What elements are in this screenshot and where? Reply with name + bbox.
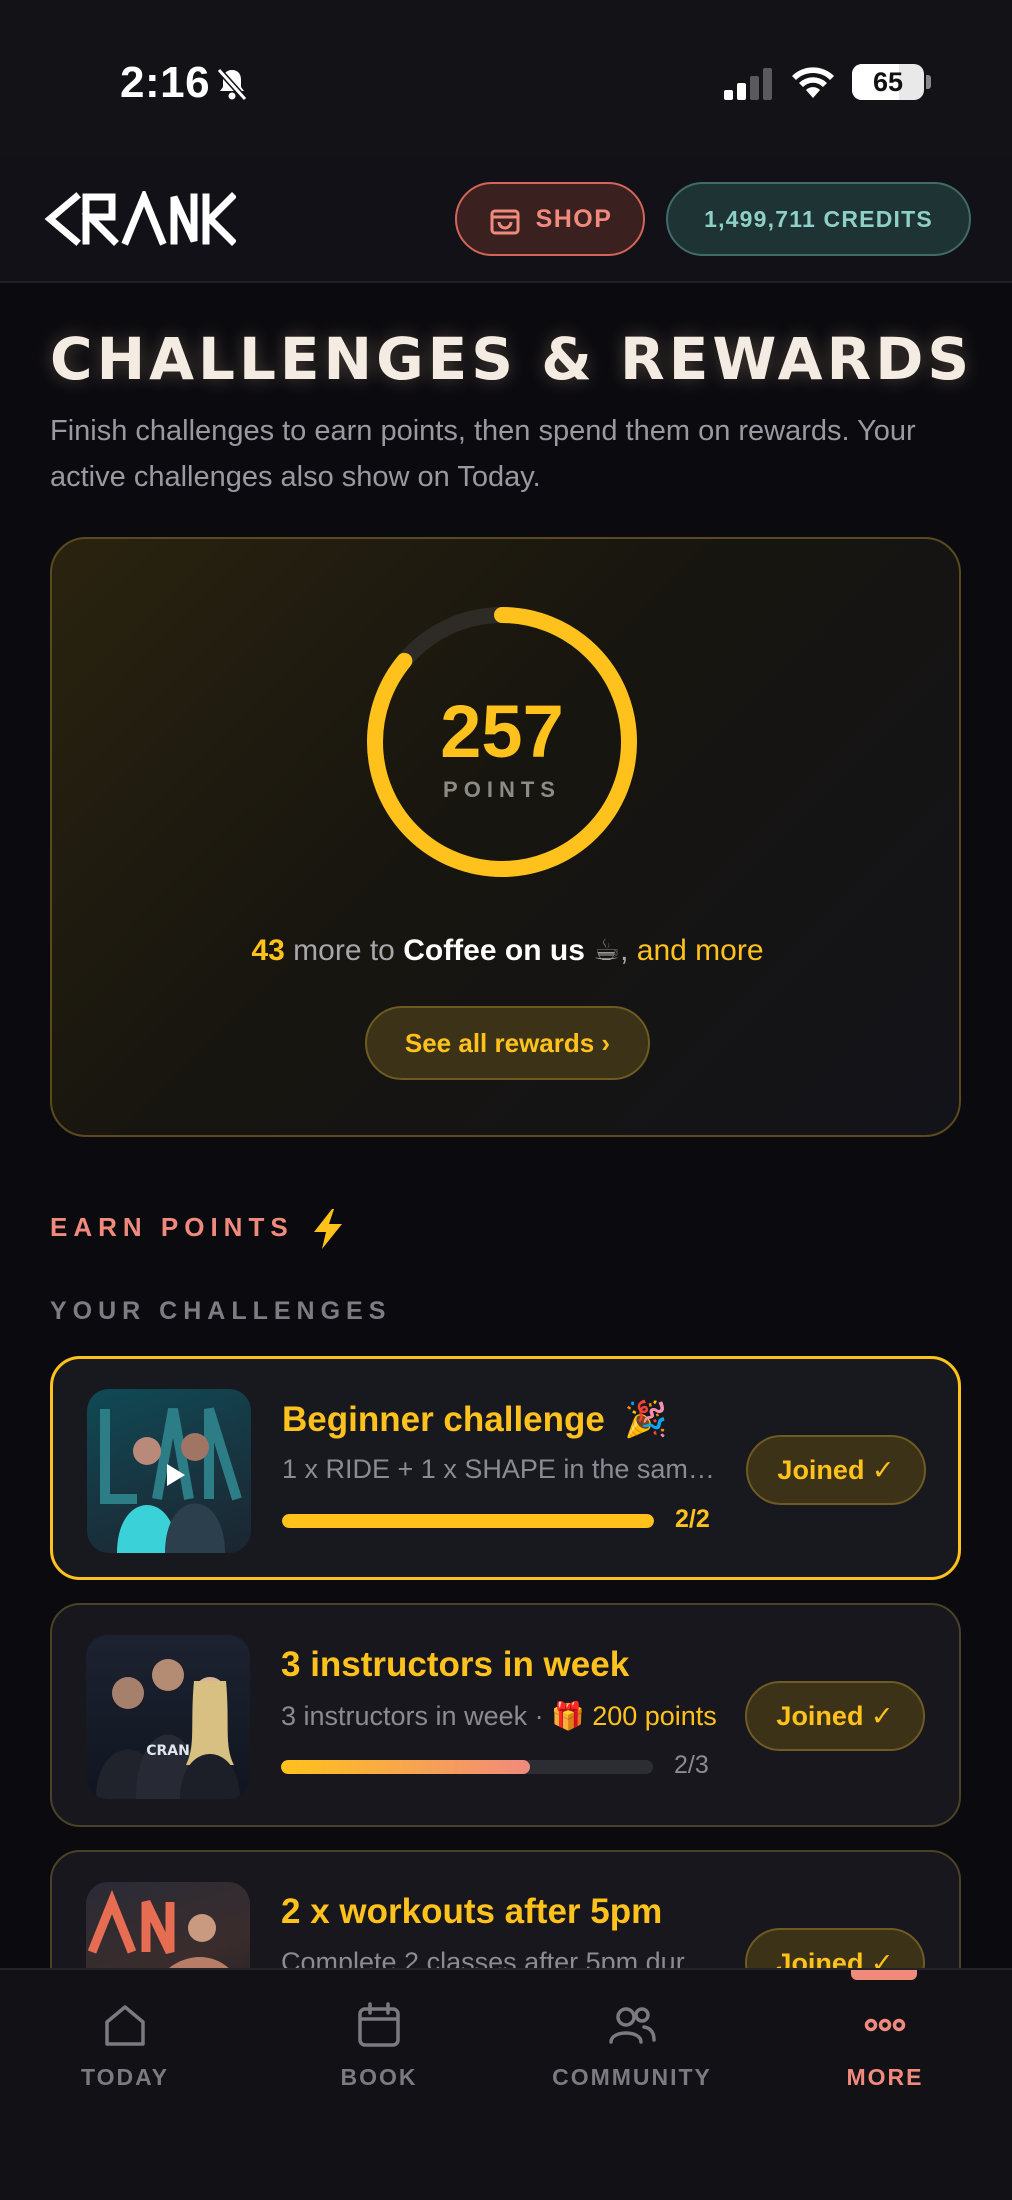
battery-tip — [926, 75, 931, 89]
points-remaining: 43 — [251, 934, 285, 967]
crank-logo[interactable] — [40, 191, 236, 247]
challenge-title: Beginner challenge 🎉 — [282, 1399, 668, 1440]
challenge-progress-text: 2/3 — [674, 1751, 709, 1779]
home-icon — [105, 2005, 145, 2046]
points-label: POINTS — [443, 777, 561, 802]
points-value: 257 — [440, 690, 564, 773]
people-icon — [609, 2007, 656, 2044]
challenge-title: 2 x workouts after 5pm — [281, 1892, 663, 1931]
challenge-progress-bar — [281, 1760, 653, 1774]
coffee-icon: ☕ — [593, 934, 621, 967]
earn-points-header: EARN POINTS — [50, 1212, 294, 1242]
challenge-description: 3 instructors in week · 🎁 200 points — [281, 1700, 717, 1732]
more-icon — [864, 2018, 906, 2032]
challenge-progress-bar — [282, 1514, 654, 1528]
party-popper-icon: 🎉 — [624, 1400, 668, 1439]
challenge-title: 3 instructors in week — [281, 1645, 630, 1684]
nav-item-community[interactable]: COMMUNITY — [532, 2000, 732, 2100]
shop-label: SHOP — [535, 204, 613, 233]
and-more-link[interactable]: and more — [637, 934, 764, 967]
next-reward-text: 43 more to Coffee on us ☕, and more — [52, 933, 963, 968]
nav-item-more[interactable]: MORE — [785, 2000, 985, 2100]
nav-item-book[interactable]: BOOK — [279, 2000, 479, 2100]
nav-label: COMMUNITY — [552, 2064, 712, 2090]
lightning-bolt-icon — [314, 1209, 342, 1249]
challenge-card-instructors[interactable]: CRAN 3 instructors in week 3 instructors… — [50, 1603, 961, 1827]
status-time: 2:16 — [120, 58, 211, 107]
challenge-progress-fill — [282, 1514, 654, 1528]
remaining-text: more to — [284, 934, 404, 967]
video-thumbnail-art — [100, 1407, 242, 1553]
signal-icon — [724, 68, 772, 100]
shop-button[interactable]: SHOP — [455, 182, 645, 256]
challenge-card-beginner[interactable]: Beginner challenge 🎉 1 x RIDE + 1 x SHAP… — [50, 1356, 961, 1580]
joined-button[interactable]: Joined ✓ — [746, 1435, 926, 1505]
challenge-reward-points: 🎁 200 points — [551, 1701, 717, 1731]
challenge-thumbnail: CRAN — [86, 1635, 250, 1799]
nav-label: TODAY — [81, 2064, 169, 2090]
page-subtitle: Finish challenges to earn points, then s… — [50, 415, 916, 493]
page-title: CHALLENGES & REWARDS — [50, 325, 974, 393]
challenge-progress-text: 2/2 — [675, 1505, 710, 1533]
bell-muted-icon — [216, 67, 248, 102]
nav-label: MORE — [846, 2064, 924, 2090]
credits-label: 1,499,711 CREDITS — [704, 205, 933, 232]
challenge-progress-fill — [281, 1760, 531, 1774]
instructors-photo: CRAN — [96, 1659, 240, 1799]
active-tab-indicator — [851, 1970, 917, 1980]
challenge-description-text: 3 instructors in week · — [281, 1701, 552, 1731]
reward-separator: , — [620, 934, 637, 967]
nav-label: BOOK — [340, 2064, 418, 2090]
your-challenges-header: YOUR CHALLENGES — [50, 1297, 392, 1325]
shopping-bag-icon — [490, 209, 520, 235]
joined-button[interactable]: Joined ✓ — [745, 1681, 925, 1751]
wifi-icon — [792, 67, 834, 98]
points-card: 257 POINTS 43 more to Coffee on us ☕, an… — [50, 537, 961, 1137]
nav-item-today[interactable]: TODAY — [25, 2000, 225, 2100]
challenge-title-text: Beginner challenge — [282, 1400, 605, 1439]
battery-indicator: 65 — [852, 64, 924, 100]
battery-percentage: 65 — [872, 67, 904, 97]
bottom-navigation: TODAY BOOK COMMUNITY MORE — [0, 1968, 1012, 2200]
challenge-description: 1 x RIDE + 1 x SHAPE in the same week — [282, 1454, 718, 1484]
status-bar: 2:16 65 — [0, 0, 1012, 155]
reward-name: Coffee on us — [403, 934, 585, 967]
see-all-rewards-button[interactable]: See all rewards › — [365, 1006, 650, 1080]
svg-text:CRAN: CRAN — [146, 1743, 190, 1759]
calendar-icon — [358, 2002, 400, 2047]
credits-button[interactable]: 1,499,711 CREDITS — [666, 182, 971, 256]
app-header: SHOP 1,499,711 CREDITS — [0, 155, 1012, 283]
challenge-thumbnail — [87, 1389, 251, 1553]
